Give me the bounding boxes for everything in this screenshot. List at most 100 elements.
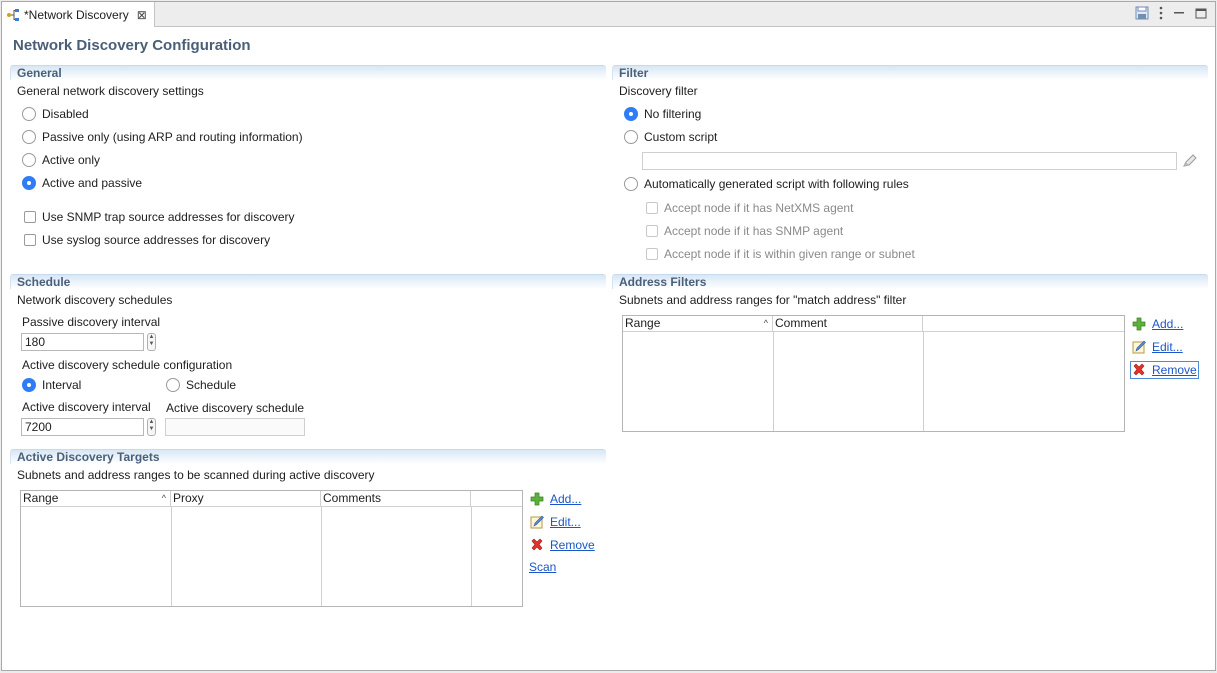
check-rule-snmp[interactable]: Accept node if it has SNMP agent	[646, 224, 843, 238]
radio-custom-script[interactable]: Custom script	[624, 130, 717, 144]
view-menu-icon[interactable]	[1159, 6, 1163, 23]
remove-icon	[530, 538, 544, 552]
active-interval-stepper[interactable]: ▲ ▼	[147, 418, 156, 436]
checkbox[interactable]	[24, 234, 36, 246]
scan-link[interactable]: Scan	[529, 560, 556, 574]
add-link[interactable]: Add...	[1152, 317, 1183, 331]
filters-add-button[interactable]: Add...	[1132, 317, 1183, 331]
radio-active-only[interactable]: Active only	[22, 153, 100, 167]
filters-edit-button[interactable]: Edit...	[1132, 340, 1183, 354]
passive-interval-input[interactable]: 180	[21, 333, 144, 351]
radio-label: Active and passive	[42, 176, 143, 190]
edit-icon	[530, 515, 544, 529]
radio-label: Custom script	[644, 130, 718, 144]
checkbox[interactable]	[646, 202, 658, 214]
check-rule-netxms[interactable]: Accept node if it has NetXMS agent	[646, 201, 853, 215]
add-link[interactable]: Add...	[550, 492, 581, 506]
check-syslog[interactable]: Use syslog source addresses for discover…	[24, 233, 270, 247]
radio-button-selected[interactable]	[22, 378, 36, 392]
active-interval-input[interactable]: 7200	[21, 418, 144, 436]
minimize-icon[interactable]	[1173, 7, 1185, 22]
column-divider	[471, 507, 472, 606]
filters-remove-button[interactable]: Remove	[1130, 361, 1199, 379]
column-divider	[773, 332, 774, 431]
passive-interval-stepper[interactable]: ▲ ▼	[147, 333, 156, 351]
general-heading: General	[10, 65, 606, 80]
targets-scan-button[interactable]: Scan	[529, 560, 556, 574]
radio-button[interactable]	[22, 130, 36, 144]
page-title: Network Discovery Configuration	[13, 37, 251, 54]
targets-section: Active Discovery Targets	[10, 449, 606, 464]
network-discovery-icon	[6, 8, 20, 22]
remove-icon	[1132, 363, 1146, 377]
checkbox[interactable]	[24, 211, 36, 223]
edit-link[interactable]: Edit...	[550, 515, 581, 529]
radio-button-selected[interactable]	[22, 176, 36, 190]
targets-edit-button[interactable]: Edit...	[530, 515, 581, 529]
edit-icon	[1132, 340, 1146, 354]
filter-description: Discovery filter	[619, 84, 698, 98]
column-divider	[171, 507, 172, 606]
column-header-range[interactable]: Range ^	[623, 316, 773, 332]
column-header-comment[interactable]: Comment	[773, 316, 923, 332]
check-snmp-trap[interactable]: Use SNMP trap source addresses for disco…	[24, 210, 295, 224]
radio-disabled[interactable]: Disabled	[22, 107, 89, 121]
radio-button[interactable]	[22, 107, 36, 121]
general-section: General	[10, 65, 606, 80]
radio-button[interactable]	[624, 130, 638, 144]
targets-description: Subnets and address ranges to be scanned…	[17, 468, 375, 482]
schedule-section: Schedule	[10, 274, 606, 289]
custom-script-input[interactable]	[642, 152, 1177, 170]
checkbox-label: Use syslog source addresses for discover…	[42, 233, 271, 247]
passive-interval-label: Passive discovery interval	[22, 315, 161, 329]
save-icon[interactable]	[1135, 6, 1149, 23]
checkbox-label: Accept node if it has NetXMS agent	[664, 201, 854, 215]
column-header-proxy[interactable]: Proxy	[171, 491, 321, 507]
radio-schedule[interactable]: Schedule	[166, 378, 236, 392]
column-header-comments[interactable]: Comments	[321, 491, 471, 507]
tab-bar: *Network Discovery ⊠	[2, 2, 1215, 27]
add-icon	[1132, 317, 1146, 331]
active-schedule-input[interactable]	[165, 418, 305, 436]
sort-ascending-icon: ^	[161, 493, 166, 503]
column-label: Range	[23, 491, 59, 505]
radio-no-filtering[interactable]: No filtering	[624, 107, 701, 121]
checkbox-label: Use SNMP trap source addresses for disco…	[42, 210, 295, 224]
radio-button[interactable]	[166, 378, 180, 392]
radio-active-and-passive[interactable]: Active and passive	[22, 176, 142, 190]
sort-ascending-icon: ^	[763, 318, 768, 328]
tab-network-discovery[interactable]: *Network Discovery ⊠	[2, 2, 155, 27]
remove-link[interactable]: Remove	[1152, 363, 1197, 377]
check-rule-range[interactable]: Accept node if it is within given range …	[646, 247, 915, 261]
filter-heading: Filter	[612, 65, 1208, 80]
remove-link[interactable]: Remove	[550, 538, 595, 552]
maximize-icon[interactable]	[1195, 7, 1207, 22]
targets-table[interactable]: Range ^ Proxy Comments	[20, 490, 523, 607]
edit-script-icon[interactable]	[1182, 154, 1198, 168]
address-filters-section: Address Filters	[612, 274, 1208, 289]
radio-button[interactable]	[624, 177, 638, 191]
radio-label: No filtering	[644, 107, 702, 121]
radio-label: Disabled	[42, 107, 89, 121]
checkbox-label: Accept node if it is within given range …	[664, 247, 915, 261]
targets-add-button[interactable]: Add...	[530, 492, 581, 506]
edit-link[interactable]: Edit...	[1152, 340, 1183, 354]
address-filters-table[interactable]: Range ^ Comment	[622, 315, 1125, 432]
editor-window: *Network Discovery ⊠ Network Discovery C…	[1, 1, 1216, 671]
radio-passive-only[interactable]: Passive only (using ARP and routing info…	[22, 130, 303, 144]
table-header: Range ^ Proxy Comments	[21, 491, 522, 507]
radio-interval[interactable]: Interval	[22, 378, 81, 392]
radio-button-selected[interactable]	[624, 107, 638, 121]
checkbox[interactable]	[646, 225, 658, 237]
column-header-range[interactable]: Range ^	[21, 491, 171, 507]
radio-button[interactable]	[22, 153, 36, 167]
targets-remove-button[interactable]: Remove	[530, 538, 595, 552]
active-interval-label: Active discovery interval	[22, 400, 151, 414]
radio-label: Automatically generated script with foll…	[644, 177, 909, 191]
checkbox-label: Accept node if it has SNMP agent	[664, 224, 844, 238]
close-tab-icon[interactable]: ⊠	[137, 8, 147, 22]
checkbox[interactable]	[646, 248, 658, 260]
general-description: General network discovery settings	[17, 84, 204, 98]
radio-auto-script[interactable]: Automatically generated script with foll…	[624, 177, 909, 191]
radio-label: Interval	[42, 378, 82, 392]
